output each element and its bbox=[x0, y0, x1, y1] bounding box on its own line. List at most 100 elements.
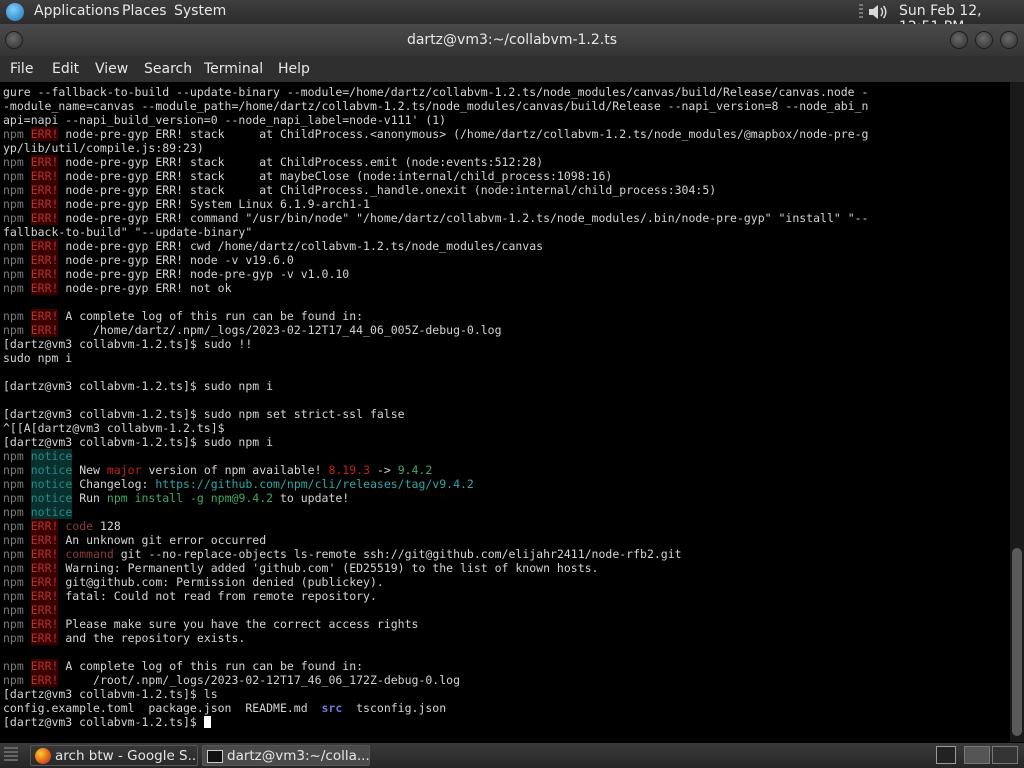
terminal-line: npm ERR! git@github.com: Permission deni… bbox=[3, 575, 1010, 589]
terminal-line: [dartz@vm3 collabvm-1.2.ts]$ ls bbox=[3, 687, 1010, 701]
terminal-line: npm ERR! An unknown git error occurred bbox=[3, 533, 1010, 547]
menu-file[interactable]: File bbox=[10, 61, 33, 77]
applications-menu[interactable]: Applications bbox=[34, 3, 120, 19]
task-terminal[interactable]: dartz@vm3:~/colla... bbox=[202, 745, 370, 766]
terminal-text: notice bbox=[30, 463, 73, 477]
terminal-line: [dartz@vm3 collabvm-1.2.ts]$ sudo !! bbox=[3, 337, 1010, 351]
show-desktop-icon[interactable] bbox=[936, 746, 956, 764]
terminal-text: [dartz@vm3 collabvm-1.2.ts]$ sudo npm se… bbox=[3, 407, 405, 421]
terminal-text: Run bbox=[72, 491, 107, 505]
terminal-text: https://github.com/npm/cli/releases/tag/… bbox=[155, 477, 474, 491]
terminal-text: yp/lib/util/compile.js:89:23) bbox=[3, 141, 204, 155]
terminal-icon bbox=[207, 750, 223, 763]
terminal-line: npm notice New major version of npm avai… bbox=[3, 463, 1010, 477]
terminal-text: Changelog: bbox=[72, 477, 156, 491]
terminal-line: [dartz@vm3 collabvm-1.2.ts]$ sudo npm i bbox=[3, 379, 1010, 393]
terminal-text: npm bbox=[3, 155, 24, 169]
maximize-button[interactable] bbox=[976, 32, 992, 48]
terminal-text: ERR! bbox=[30, 547, 59, 561]
terminal-text: npm bbox=[3, 477, 24, 491]
terminal-text: [dartz@vm3 collabvm-1.2.ts]$ sudo npm i bbox=[3, 379, 274, 393]
terminal-area[interactable]: gure --fallback-to-build --update-binary… bbox=[0, 82, 1010, 742]
terminal-text: node-pre-gyp ERR! node-pre-gyp -v v1.0.1… bbox=[58, 267, 350, 281]
terminal-line: npm ERR! /home/dartz/.npm/_logs/2023-02-… bbox=[3, 323, 1010, 337]
terminal-text: npm bbox=[3, 323, 24, 337]
terminal-text: ERR! bbox=[30, 561, 59, 575]
terminal-scrollbar[interactable] bbox=[1010, 82, 1024, 742]
terminal-text: 128 bbox=[93, 519, 121, 533]
terminal-text: fallback-to-build" "--update-binary" bbox=[3, 225, 253, 239]
terminal-text: [dartz@vm3 collabvm-1.2.ts]$ ls bbox=[3, 687, 218, 701]
menu-edit[interactable]: Edit bbox=[52, 61, 79, 77]
terminal-text: ERR! bbox=[30, 603, 59, 617]
terminal-text: ERR! bbox=[30, 575, 59, 589]
terminal-text: node-pre-gyp ERR! not ok bbox=[58, 281, 232, 295]
terminal-text: node-pre-gyp ERR! stack at ChildProcess.… bbox=[58, 155, 544, 169]
menu-search[interactable]: Search bbox=[144, 61, 192, 77]
terminal-text: tsconfig.json bbox=[342, 701, 447, 715]
bottom-taskbar: arch btw - Google S... dartz@vm3:~/colla… bbox=[0, 743, 1024, 768]
terminal-line: npm ERR! node-pre-gyp ERR! System Linux … bbox=[3, 197, 1010, 211]
terminal-line: fallback-to-build" "--update-binary" bbox=[3, 225, 1010, 239]
menu-terminal[interactable]: Terminal bbox=[204, 61, 263, 77]
terminal-text: -> bbox=[370, 463, 398, 477]
terminal-line: npm notice bbox=[3, 505, 1010, 519]
terminal-text: npm bbox=[3, 253, 24, 267]
terminal-text: npm bbox=[3, 547, 24, 561]
terminal-text: An unknown git error occurred bbox=[58, 533, 267, 547]
close-button[interactable] bbox=[1001, 32, 1017, 48]
terminal-line: npm ERR! fatal: Could not read from remo… bbox=[3, 589, 1010, 603]
terminal-text: config.example.toml package.json README.… bbox=[3, 701, 322, 715]
terminal-line: npm ERR! A complete log of this run can … bbox=[3, 309, 1010, 323]
terminal-text: to update! bbox=[273, 491, 350, 505]
terminal-text: npm bbox=[3, 463, 24, 477]
window-menu-button[interactable] bbox=[6, 32, 22, 48]
terminal-text: ERR! bbox=[30, 155, 59, 169]
firefox-icon bbox=[35, 748, 51, 764]
volume-icon[interactable] bbox=[866, 3, 890, 21]
workspace-1[interactable] bbox=[964, 746, 990, 764]
terminal-text: npm bbox=[3, 127, 24, 141]
terminal-text: ERR! bbox=[30, 281, 59, 295]
terminal-text: npm bbox=[3, 659, 24, 673]
terminal-line: npm ERR! command git --no-replace-object… bbox=[3, 547, 1010, 561]
terminal-text: ERR! bbox=[30, 183, 59, 197]
terminal-text: fatal: Could not read from remote reposi… bbox=[58, 589, 377, 603]
menu-view[interactable]: View bbox=[95, 61, 128, 77]
system-menu[interactable]: System bbox=[174, 3, 226, 19]
terminal-text: npm bbox=[3, 561, 24, 575]
terminal-output[interactable]: gure --fallback-to-build --update-binary… bbox=[0, 82, 1010, 729]
terminal-line: [dartz@vm3 collabvm-1.2.ts]$ bbox=[3, 715, 1010, 729]
terminal-text: [dartz@vm3 collabvm-1.2.ts]$ sudo !! bbox=[3, 337, 253, 351]
minimize-button[interactable] bbox=[951, 32, 967, 48]
terminal-text: npm bbox=[3, 533, 24, 547]
terminal-text: ERR! bbox=[30, 239, 59, 253]
terminal-line: -module_name=canvas --module_path=/home/… bbox=[3, 99, 1010, 113]
scrollbar-thumb[interactable] bbox=[1012, 548, 1022, 736]
top-panel: Applications Places System Sun Feb 12, 1… bbox=[0, 0, 1024, 35]
terminal-text: ERR! bbox=[30, 267, 59, 281]
menubar: File Edit View Search Terminal Help bbox=[0, 56, 1024, 82]
terminal-line: npm ERR! node-pre-gyp ERR! not ok bbox=[3, 281, 1010, 295]
terminal-text: notice bbox=[30, 477, 73, 491]
terminal-text: Warning: Permanently added 'github.com' … bbox=[58, 561, 599, 575]
terminal-text: ERR! bbox=[30, 253, 59, 267]
terminal-text: code bbox=[65, 519, 94, 533]
workspace-2[interactable] bbox=[992, 746, 1018, 764]
menu-help[interactable]: Help bbox=[278, 61, 310, 77]
terminal-line: sudo npm i bbox=[3, 351, 1010, 365]
task-firefox[interactable]: arch btw - Google S... bbox=[30, 745, 198, 766]
gnome-foot-icon[interactable] bbox=[6, 3, 24, 21]
task-label: dartz@vm3:~/colla... bbox=[227, 748, 370, 764]
terminal-text: npm bbox=[3, 449, 24, 463]
places-menu[interactable]: Places bbox=[122, 3, 167, 19]
window-titlebar[interactable]: dartz@vm3:~/collabvm-1.2.ts bbox=[0, 24, 1024, 56]
